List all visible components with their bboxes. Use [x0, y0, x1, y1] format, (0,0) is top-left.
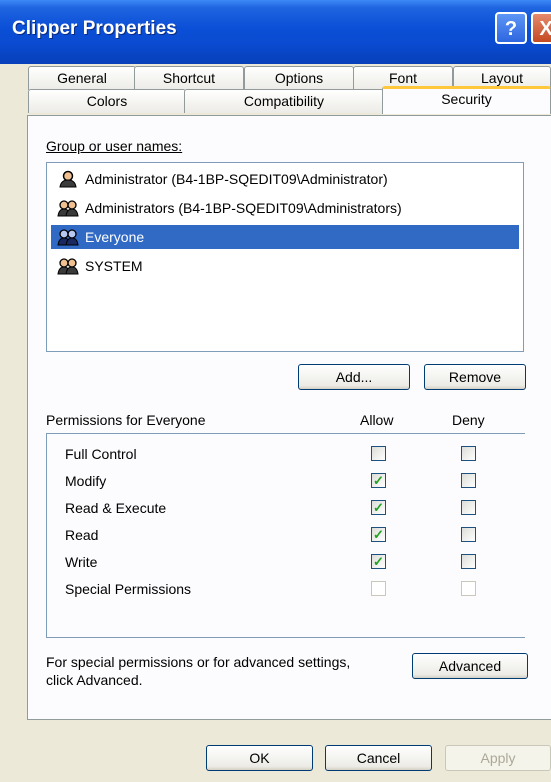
permission-name: Full Control	[65, 446, 137, 462]
list-item[interactable]: Administrators (B4-1BP-SQEDIT09\Administ…	[51, 196, 519, 220]
group-names-label: Group or user names:	[46, 138, 183, 154]
window-title: Clipper Properties	[12, 18, 177, 39]
allow-checkbox[interactable]	[371, 446, 386, 461]
help-button[interactable]: ?	[495, 12, 527, 44]
deny-checkbox[interactable]	[461, 500, 476, 515]
title-bar[interactable]: Clipper Properties ? X	[0, 0, 551, 64]
permission-name: Read & Execute	[65, 500, 167, 516]
list-item[interactable]: Administrator (B4-1BP-SQEDIT09\Administr…	[51, 167, 519, 191]
dialog-footer: OK Cancel Apply	[0, 720, 551, 782]
tab-shortcut[interactable]: Shortcut	[134, 66, 244, 90]
advanced-hint-line1: For special permissions or for advanced …	[46, 654, 351, 670]
close-button[interactable]: X	[531, 12, 551, 44]
group-users-icon	[57, 229, 79, 246]
allow-checkbox[interactable]	[371, 581, 386, 596]
permission-name: Modify	[65, 473, 107, 489]
group-user-list[interactable]: Administrator (B4-1BP-SQEDIT09\Administr…	[46, 162, 524, 352]
deny-checkbox[interactable]	[461, 527, 476, 542]
group-users-icon	[57, 200, 79, 217]
group-users-icon	[57, 258, 79, 275]
tab-options[interactable]: Options	[244, 66, 354, 90]
permission-name: Special Permissions	[65, 581, 192, 597]
list-item[interactable]: Everyone	[51, 225, 519, 249]
list-item[interactable]: SYSTEM	[51, 254, 519, 278]
allow-checkbox[interactable]: ✓	[371, 527, 386, 542]
allow-header: Allow	[360, 412, 394, 428]
permission-name: Read	[65, 527, 99, 543]
ok-button[interactable]: OK	[206, 745, 313, 771]
deny-checkbox[interactable]	[461, 446, 476, 461]
permission-name: Write	[65, 554, 98, 570]
apply-button[interactable]: Apply	[445, 745, 551, 771]
list-item-label: Everyone	[85, 229, 145, 245]
deny-checkbox[interactable]	[461, 554, 476, 569]
tab-security[interactable]: Security	[382, 86, 551, 114]
advanced-button[interactable]: Advanced	[412, 653, 528, 679]
tab-compatibility[interactable]: Compatibility	[184, 89, 384, 113]
list-item-label: SYSTEM	[85, 258, 143, 274]
tab-general[interactable]: General	[28, 66, 136, 90]
advanced-hint-line2: click Advanced.	[46, 672, 143, 688]
allow-checkbox[interactable]: ✓	[371, 473, 386, 488]
deny-header: Deny	[452, 412, 485, 428]
permissions-list: Full Control Modify Read & Execute Read …	[46, 433, 525, 638]
deny-checkbox[interactable]	[461, 473, 476, 488]
add-button[interactable]: Add...	[298, 364, 410, 390]
list-item-label: Administrator (B4-1BP-SQEDIT09\Administr…	[85, 171, 388, 187]
tab-strip: General Shortcut Options Font Layout Col…	[0, 64, 551, 116]
deny-checkbox[interactable]	[461, 581, 476, 596]
properties-dialog: Clipper Properties ? X General Shortcut …	[0, 0, 551, 782]
single-user-icon	[59, 170, 77, 188]
remove-button[interactable]: Remove	[424, 364, 526, 390]
permissions-label: Permissions for Everyone	[46, 412, 206, 428]
tab-colors[interactable]: Colors	[28, 89, 186, 113]
cancel-button[interactable]: Cancel	[325, 745, 432, 771]
list-item-label: Administrators (B4-1BP-SQEDIT09\Administ…	[85, 200, 402, 216]
allow-checkbox[interactable]: ✓	[371, 554, 386, 569]
allow-checkbox[interactable]: ✓	[371, 500, 386, 515]
